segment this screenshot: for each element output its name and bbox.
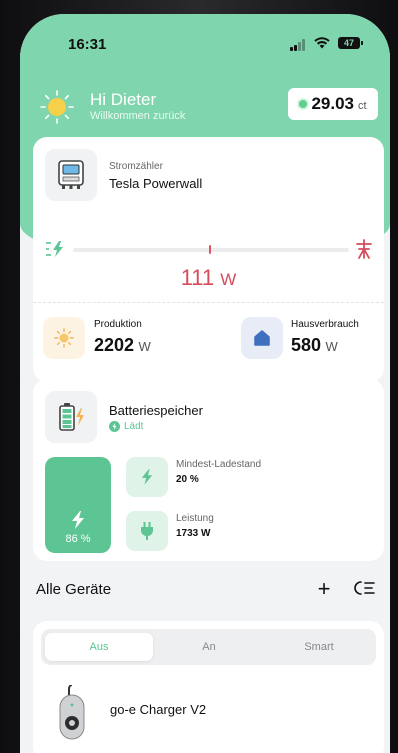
plug-icon <box>126 511 168 551</box>
devices-card: Aus An Smart go-e Charger V2 <box>33 621 384 753</box>
power-meter-card[interactable]: Stromzähler Tesla Powerwall 111 W Produk… <box>33 137 384 382</box>
status-time: 16:31 <box>68 36 107 53</box>
greeting-subtitle: Willkommen zurück <box>90 110 186 122</box>
electricity-price-badge[interactable]: 29.03 ct <box>288 88 378 120</box>
meter-name: Tesla Powerwall <box>109 176 203 191</box>
consumption-readout: 580 W <box>291 335 338 356</box>
min-charge-value: 20 % <box>176 474 199 485</box>
wifi-icon <box>314 36 330 52</box>
phone-frame: 16:31 47 Hi Dieter Willkommen zurück 29.… <box>0 0 398 753</box>
power-flow-marker <box>209 245 211 254</box>
price-value: 29.03 <box>311 94 354 113</box>
production-readout: 2202 W <box>94 335 151 356</box>
status-bar: 16:31 47 <box>20 14 390 64</box>
lightning-icon <box>72 511 84 529</box>
tab-smart[interactable]: Smart <box>265 633 373 661</box>
consumption-unit: W <box>325 339 338 354</box>
grid-power-readout: 111 W <box>33 265 384 291</box>
meter-icon <box>45 149 97 201</box>
battery-status-text: Lädt <box>124 421 144 432</box>
power-grid-icon <box>356 239 372 259</box>
meter-type-label: Stromzähler <box>109 161 163 172</box>
filter-list-icon[interactable] <box>354 580 376 596</box>
device-name: go-e Charger V2 <box>110 702 207 717</box>
device-list-item[interactable]: go-e Charger V2 <box>33 675 384 753</box>
grid-export-icon <box>46 241 63 257</box>
battery-charge-percent: 86 % <box>65 533 91 545</box>
battery-power-label: Leistung <box>176 513 214 524</box>
battery-charge-level: 86 % <box>45 457 111 553</box>
consumption-label: Hausverbrauch <box>291 319 359 330</box>
battery-power-value: 1733 W <box>176 528 211 539</box>
grid-power-unit: W <box>220 270 237 289</box>
min-charge-label: Mindest-Ladestand <box>176 459 262 470</box>
power-flow-track <box>73 248 349 252</box>
wallbox-charger-icon <box>59 685 85 740</box>
all-devices-title: Alle Geräte <box>36 581 112 598</box>
min-charge-lightning-icon <box>126 457 168 497</box>
price-unit: ct <box>357 100 367 112</box>
tab-an[interactable]: An <box>155 633 263 661</box>
live-indicator-icon <box>299 100 308 108</box>
production-value: 2202 <box>94 335 135 355</box>
consumption-value: 580 <box>291 335 322 355</box>
production-sun-icon <box>43 317 85 359</box>
production-unit: W <box>138 339 151 354</box>
production-label: Produktion <box>94 319 142 330</box>
battery-status: Lädt <box>109 421 143 432</box>
sun-icon <box>40 90 74 124</box>
grid-power-value: 111 <box>180 265 215 290</box>
greeting-title: Hi Dieter <box>90 90 157 109</box>
add-device-button[interactable]: + <box>312 576 336 602</box>
house-icon <box>241 317 283 359</box>
battery-storage-icon <box>45 391 97 443</box>
tab-aus[interactable]: Aus <box>45 633 153 661</box>
app-screen: 16:31 47 Hi Dieter Willkommen zurück 29.… <box>20 14 390 753</box>
charging-status-icon <box>109 421 120 432</box>
battery-icon: 47 <box>338 37 363 49</box>
battery-storage-card[interactable]: Batteriespeicher Lädt 86 % Mindest-Lades… <box>33 379 384 561</box>
divider <box>33 302 384 303</box>
device-filter-segmented-control: Aus An Smart <box>41 629 376 665</box>
battery-title: Batteriespeicher <box>109 403 203 418</box>
cellular-signal-icon <box>290 39 308 51</box>
